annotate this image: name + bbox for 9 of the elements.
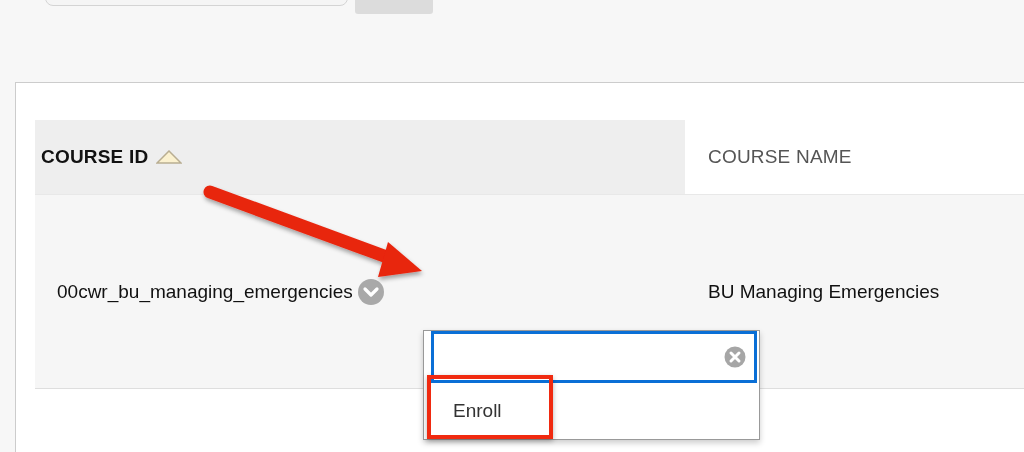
- table-cell: BU Managing Emergencies: [708, 280, 940, 303]
- clear-icon[interactable]: [724, 346, 746, 368]
- column-header[interactable]: COURSE ID: [35, 120, 685, 194]
- menu-item[interactable]: Enroll: [424, 383, 759, 439]
- sort-up-icon[interactable]: [156, 150, 183, 164]
- column-header[interactable]: COURSE NAME: [685, 120, 1024, 194]
- search-field[interactable]: [431, 331, 757, 383]
- table-cell: 00cwr_bu_managing_emergencies: [57, 280, 353, 303]
- chevron-down-icon[interactable]: [356, 277, 385, 306]
